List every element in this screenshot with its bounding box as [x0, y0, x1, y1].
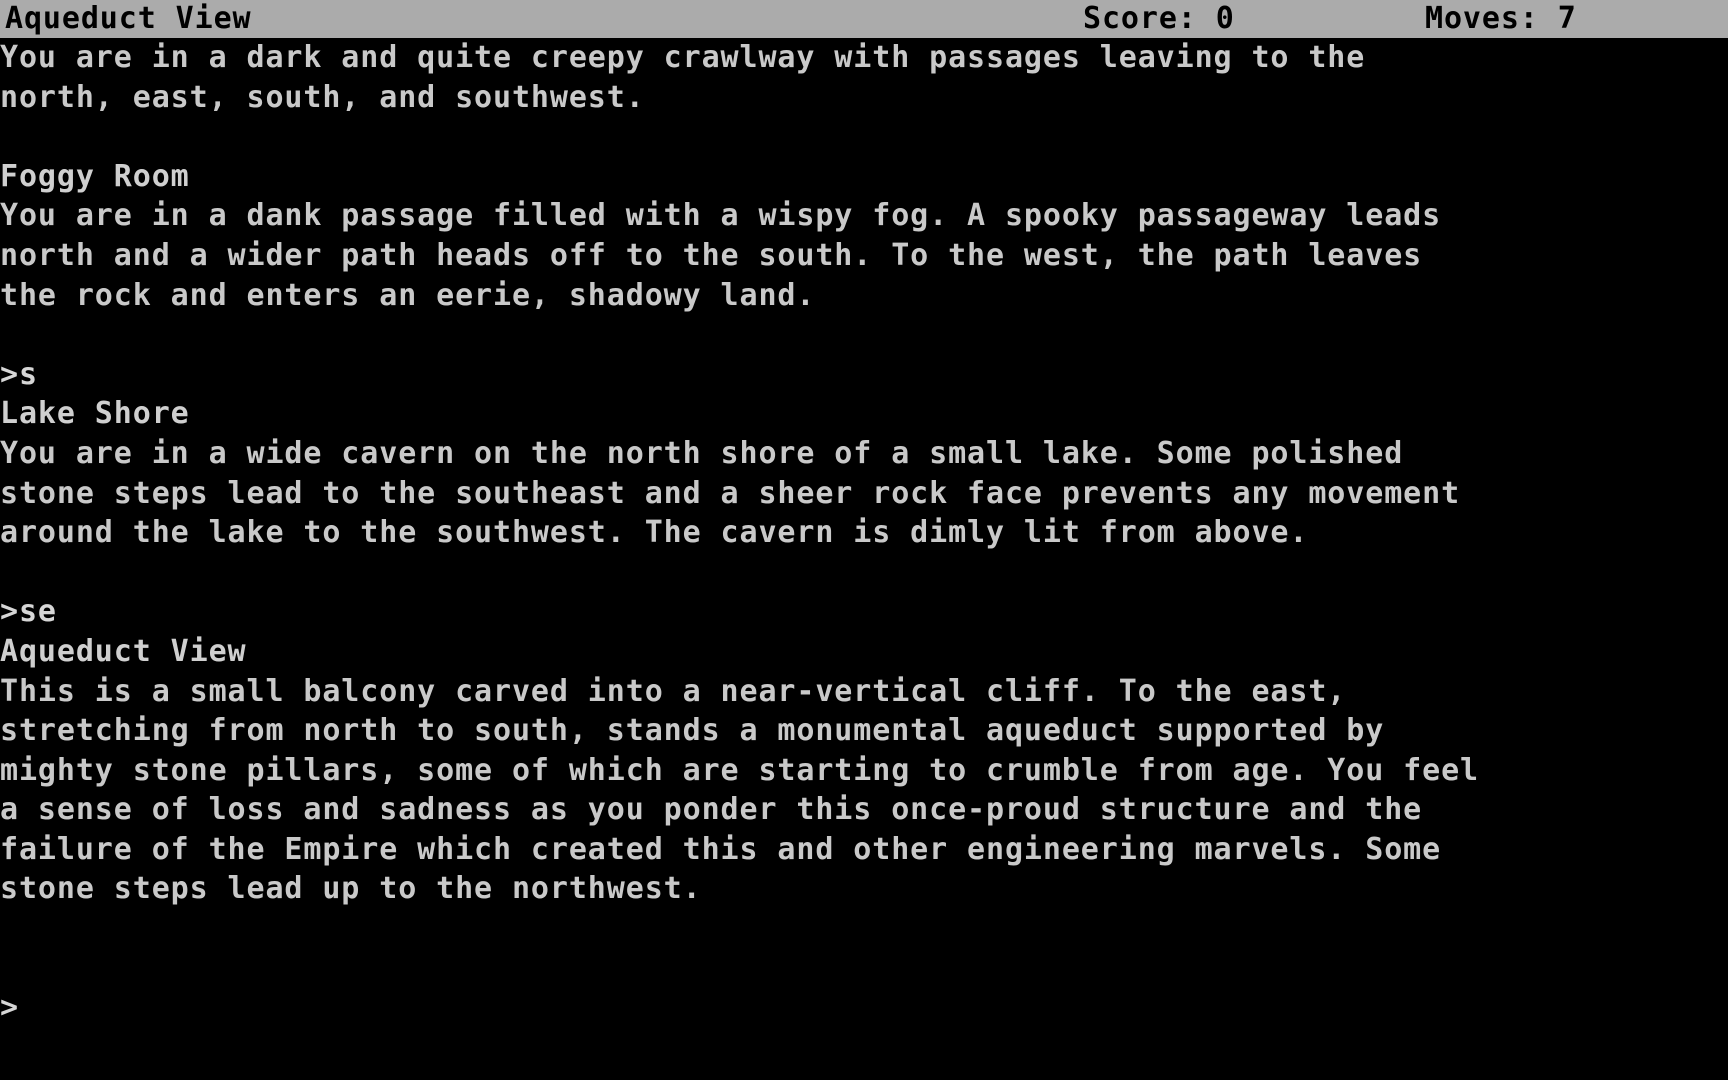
transcript-text-line: north, east, south, and southwest.	[0, 79, 645, 115]
transcript-text-line: You are in a dank passage filled with a …	[0, 198, 1442, 234]
transcript-text-line: a sense of loss and sadness as you ponde…	[0, 792, 1423, 828]
transcript-command-prompt[interactable]: >s	[0, 355, 1728, 395]
transcript-room-title: Lake Shore	[0, 396, 190, 432]
transcript-blank-line	[0, 909, 1728, 949]
transcript-command-prompt[interactable]: >se	[0, 592, 1728, 632]
status-score: Score: 0	[1083, 1, 1235, 36]
transcript-command-prompt[interactable]: >	[0, 988, 1728, 1028]
transcript-text-line: This is a small balcony carved into a ne…	[0, 673, 1347, 709]
game-transcript[interactable]: You are in a dark and quite creepy crawl…	[0, 38, 1728, 1080]
terminal-screen: Aqueduct View Score: 0 Moves: 7 You are …	[0, 0, 1728, 1080]
transcript-text-line: the rock and enters an eerie, shadowy la…	[0, 277, 816, 313]
transcript-room-title: Foggy Room	[0, 158, 190, 194]
transcript-text-line: around the lake to the southwest. The ca…	[0, 515, 1309, 551]
transcript-text-line: stone steps lead to the southeast and a …	[0, 475, 1461, 511]
transcript-blank-line	[0, 949, 1728, 989]
transcript-text-line: You are in a wide cavern on the north sh…	[0, 435, 1404, 471]
status-moves: Moves: 7	[1425, 1, 1577, 36]
transcript-blank-line	[0, 117, 1728, 157]
transcript-text-line: failure of the Empire which created this…	[0, 831, 1442, 867]
status-room-name: Aqueduct View	[5, 1, 252, 36]
transcript-text-line: stretching from north to south, stands a…	[0, 713, 1385, 749]
transcript-blank-line	[0, 553, 1728, 593]
transcript-room-title: Aqueduct View	[0, 633, 247, 669]
status-bar: Aqueduct View Score: 0 Moves: 7	[0, 0, 1728, 38]
transcript-text-line: You are in a dark and quite creepy crawl…	[0, 40, 1366, 75]
transcript-text-line: mighty stone pillars, some of which are …	[0, 752, 1479, 788]
transcript-blank-line	[0, 315, 1728, 355]
transcript-text-line: north and a wider path heads off to the …	[0, 237, 1423, 273]
transcript-text-line: stone steps lead up to the northwest.	[0, 871, 702, 907]
